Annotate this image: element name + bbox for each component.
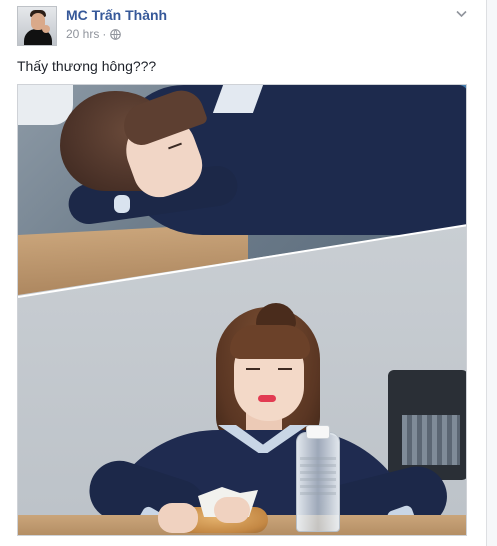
post-text: Thấy thương hông??? <box>17 58 157 74</box>
photo-bangs-2 <box>230 325 310 359</box>
feed-gutter <box>487 0 497 546</box>
photo-bottle-cap <box>306 425 330 439</box>
photo-eye-right <box>278 368 292 370</box>
post-photo[interactable] <box>17 84 467 536</box>
post-timestamp-link[interactable]: 20 hrs <box>66 27 99 41</box>
photo-hand-right <box>214 497 250 523</box>
photo-chair-slats <box>402 415 460 465</box>
globe-icon[interactable] <box>110 28 122 40</box>
photo-papers <box>18 85 73 125</box>
post-meta: 20 hrs · <box>66 27 122 41</box>
photo-bottle-ridges <box>300 457 336 497</box>
chevron-down-icon[interactable] <box>455 7 468 20</box>
avatar-hand <box>42 25 50 33</box>
photo-lips <box>258 395 276 402</box>
photo-cuff <box>114 195 130 213</box>
meta-separator: · <box>102 27 107 41</box>
author-name-link[interactable]: MC Trấn Thành <box>66 7 167 23</box>
photo-hand-left <box>158 503 198 533</box>
photo-eye-left <box>246 368 260 370</box>
author-avatar[interactable] <box>17 6 57 46</box>
post-card: MC Trấn Thành 20 hrs · Thấy thương hông?… <box>0 0 487 546</box>
